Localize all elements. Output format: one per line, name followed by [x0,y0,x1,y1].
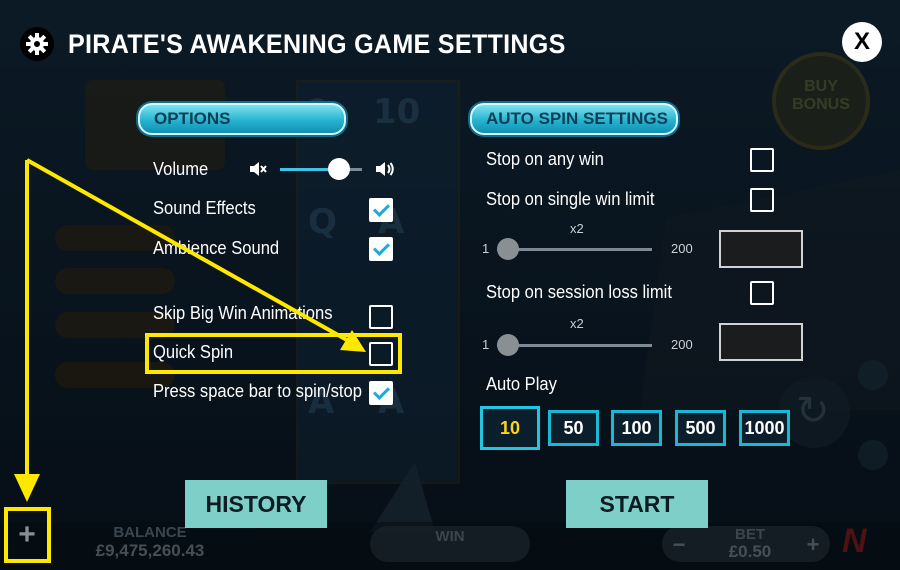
sound-effects-checkbox[interactable] [369,198,393,222]
single-win-min: 1 [482,241,490,256]
single-win-max: 200 [671,241,693,256]
space-bar-label: Press space bar to spin/stop [153,381,362,401]
auto-play-10-button[interactable]: 10 [480,406,540,450]
skip-big-win-checkbox[interactable] [369,305,393,329]
loss-max: 200 [671,337,693,352]
stop-loss-checkbox[interactable] [750,281,774,305]
auto-play-label: Auto Play [486,374,557,394]
auto-play-500-button[interactable]: 500 [675,410,726,446]
auto-play-50-button[interactable]: 50 [548,410,599,446]
stop-single-win-label: Stop on single win limit [486,189,655,209]
plus-icon[interactable]: + [5,510,49,560]
sound-effects-label: Sound Effects [153,198,256,218]
space-bar-checkbox[interactable] [369,381,393,405]
gear-icon [20,27,54,61]
stop-single-win-checkbox[interactable] [750,188,774,212]
loss-min: 1 [482,337,490,352]
single-win-limit-field[interactable] [719,230,803,268]
stop-loss-label: Stop on session loss limit [486,282,672,302]
ambience-sound-checkbox[interactable] [369,237,393,261]
page-title: PIRATE'S AWAKENING GAME SETTINGS [68,28,566,59]
loss-limit-field[interactable] [719,323,803,361]
volume-label: Volume [153,159,209,179]
stop-any-win-label: Stop on any win [486,149,604,169]
settings-header: PIRATE'S AWAKENING GAME SETTINGS [20,22,603,66]
loss-slider-knob[interactable] [497,334,519,356]
single-win-multiplier: x2 [570,221,584,236]
close-button[interactable]: X [842,22,882,62]
options-section-header: OPTIONS [138,103,346,135]
skip-big-win-label: Skip Big Win Animations [153,303,333,323]
history-button[interactable]: HISTORY [185,480,327,528]
single-win-slider-knob[interactable] [497,238,519,260]
stop-any-win-checkbox[interactable] [750,148,774,172]
auto-play-1000-button[interactable]: 1000 [739,410,790,446]
auto-spin-section-header: AUTO SPIN SETTINGS [470,103,678,135]
loss-slider-track[interactable] [497,344,652,347]
ambience-sound-label: Ambience Sound [153,238,280,258]
single-win-slider-track[interactable] [497,248,652,251]
volume-slider-knob[interactable] [328,158,351,180]
start-button[interactable]: START [566,480,708,528]
quick-spin-highlight [145,333,402,374]
auto-play-100-button[interactable]: 100 [611,410,662,446]
loss-multiplier: x2 [570,316,584,331]
volume-max-icon[interactable] [374,160,396,178]
volume-mute-icon[interactable] [248,160,268,178]
